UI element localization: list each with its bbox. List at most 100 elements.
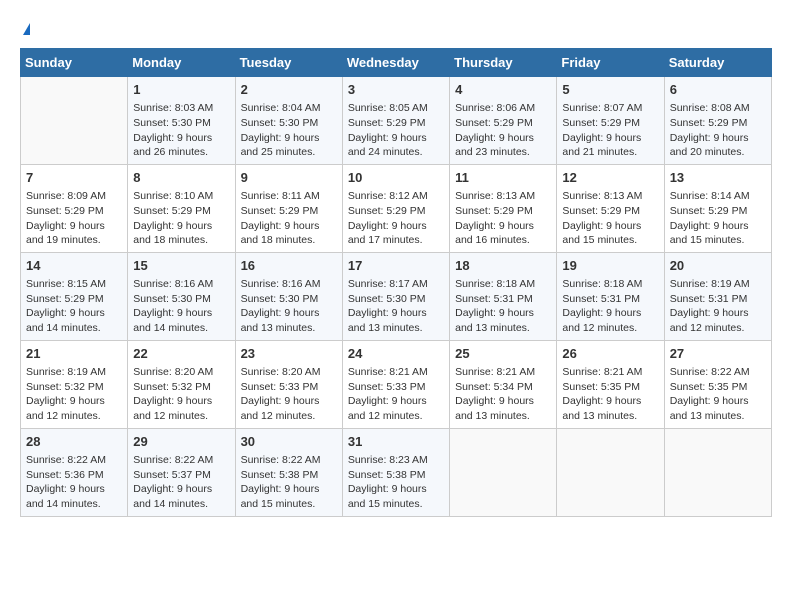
weekday-header-thursday: Thursday <box>450 49 557 77</box>
week-row-4: 21Sunrise: 8:19 AMSunset: 5:32 PMDayligh… <box>21 340 772 428</box>
calendar-cell: 10 Sunrise: 8:12 AMSunset: 5:29 PMDayligh… <box>342 164 449 252</box>
calendar-cell: 16Sunrise: 8:16 AMSunset: 5:30 PMDayligh… <box>235 252 342 340</box>
logo <box>20 20 30 38</box>
day-number: 17 <box>348 257 444 275</box>
day-number: 2 <box>241 81 337 99</box>
weekday-header-tuesday: Tuesday <box>235 49 342 77</box>
day-number: 30 <box>241 433 337 451</box>
day-number: 7 <box>26 169 122 187</box>
day-info: Sunrise: 8:18 AMSunset: 5:31 PMDaylight:… <box>455 277 551 336</box>
calendar-cell: 2 Sunrise: 8:04 AMSunset: 5:30 PMDaylight… <box>235 77 342 165</box>
calendar-cell: 17 Sunrise: 8:17 AMSunset: 5:30 PMDayligh… <box>342 252 449 340</box>
calendar-cell: 3 Sunrise: 8:05 AMSunset: 5:29 PMDaylight… <box>342 77 449 165</box>
day-number: 25 <box>455 345 551 363</box>
day-info: Sunrise: 8:17 AMSunset: 5:30 PMDaylight:… <box>348 277 444 336</box>
day-number: 27 <box>670 345 766 363</box>
day-info: Sunrise: 8:18 AMSunset: 5:31 PMDaylight:… <box>562 277 658 336</box>
day-info: Sunrise: 8:12 AMSunset: 5:29 PMDaylight:… <box>348 189 444 248</box>
weekday-header-saturday: Saturday <box>664 49 771 77</box>
day-number: 5 <box>562 81 658 99</box>
day-info: Sunrise: 8:21 AMSunset: 5:33 PMDaylight:… <box>348 365 444 424</box>
calendar-cell: 25Sunrise: 8:21 AMSunset: 5:34 PMDayligh… <box>450 340 557 428</box>
calendar-cell: 29Sunrise: 8:22 AMSunset: 5:37 PMDayligh… <box>128 428 235 516</box>
day-number: 20 <box>670 257 766 275</box>
day-number: 10 <box>348 169 444 187</box>
calendar-cell <box>21 77 128 165</box>
day-info: Sunrise: 8:13 AMSunset: 5:29 PMDaylight:… <box>455 189 551 248</box>
day-number: 15 <box>133 257 229 275</box>
weekday-row: SundayMondayTuesdayWednesdayThursdayFrid… <box>21 49 772 77</box>
calendar-cell: 23 Sunrise: 8:20 AMSunset: 5:33 PMDayligh… <box>235 340 342 428</box>
calendar-cell: 21Sunrise: 8:19 AMSunset: 5:32 PMDayligh… <box>21 340 128 428</box>
page-header <box>20 20 772 38</box>
day-number: 31 <box>348 433 444 451</box>
calendar-cell: 31 Sunrise: 8:23 AMSunset: 5:38 PMDayligh… <box>342 428 449 516</box>
calendar-cell: 5 Sunrise: 8:07 AMSunset: 5:29 PMDaylight… <box>557 77 664 165</box>
day-number: 29 <box>133 433 229 451</box>
day-info: Sunrise: 8:16 AMSunset: 5:30 PMDaylight:… <box>133 277 229 336</box>
week-row-2: 7 Sunrise: 8:09 AMSunset: 5:29 PMDaylight… <box>21 164 772 252</box>
calendar-cell <box>557 428 664 516</box>
calendar-cell: 9 Sunrise: 8:11 AMSunset: 5:29 PMDaylight… <box>235 164 342 252</box>
day-number: 14 <box>26 257 122 275</box>
day-number: 9 <box>241 169 337 187</box>
day-info: Sunrise: 8:11 AMSunset: 5:29 PMDaylight:… <box>241 189 337 248</box>
calendar-cell: 15 Sunrise: 8:16 AMSunset: 5:30 PMDayligh… <box>128 252 235 340</box>
calendar-cell: 18 Sunrise: 8:18 AMSunset: 5:31 PMDayligh… <box>450 252 557 340</box>
calendar-cell: 19 Sunrise: 8:18 AMSunset: 5:31 PMDayligh… <box>557 252 664 340</box>
day-info: Sunrise: 8:13 AMSunset: 5:29 PMDaylight:… <box>562 189 658 248</box>
calendar-cell <box>664 428 771 516</box>
day-info: Sunrise: 8:04 AMSunset: 5:30 PMDaylight:… <box>241 101 337 160</box>
calendar-table: SundayMondayTuesdayWednesdayThursdayFrid… <box>20 48 772 517</box>
day-number: 13 <box>670 169 766 187</box>
day-info: Sunrise: 8:22 AMSunset: 5:35 PMDaylight:… <box>670 365 766 424</box>
calendar-cell: 7 Sunrise: 8:09 AMSunset: 5:29 PMDaylight… <box>21 164 128 252</box>
day-info: Sunrise: 8:05 AMSunset: 5:29 PMDaylight:… <box>348 101 444 160</box>
week-row-1: 1Sunrise: 8:03 AMSunset: 5:30 PMDaylight… <box>21 77 772 165</box>
day-info: Sunrise: 8:03 AMSunset: 5:30 PMDaylight:… <box>133 101 229 160</box>
day-number: 18 <box>455 257 551 275</box>
day-number: 22 <box>133 345 229 363</box>
day-info: Sunrise: 8:19 AMSunset: 5:31 PMDaylight:… <box>670 277 766 336</box>
day-number: 19 <box>562 257 658 275</box>
calendar-cell: 27 Sunrise: 8:22 AMSunset: 5:35 PMDayligh… <box>664 340 771 428</box>
day-info: Sunrise: 8:20 AMSunset: 5:32 PMDaylight:… <box>133 365 229 424</box>
day-info: Sunrise: 8:15 AMSunset: 5:29 PMDaylight:… <box>26 277 122 336</box>
calendar-header: SundayMondayTuesdayWednesdayThursdayFrid… <box>21 49 772 77</box>
day-number: 23 <box>241 345 337 363</box>
calendar-cell: 4 Sunrise: 8:06 AMSunset: 5:29 PMDaylight… <box>450 77 557 165</box>
calendar-cell: 20 Sunrise: 8:19 AMSunset: 5:31 PMDayligh… <box>664 252 771 340</box>
weekday-header-wednesday: Wednesday <box>342 49 449 77</box>
day-info: Sunrise: 8:23 AMSunset: 5:38 PMDaylight:… <box>348 453 444 512</box>
calendar-cell: 6 Sunrise: 8:08 AMSunset: 5:29 PMDaylight… <box>664 77 771 165</box>
calendar-cell: 13 Sunrise: 8:14 AMSunset: 5:29 PMDayligh… <box>664 164 771 252</box>
day-info: Sunrise: 8:14 AMSunset: 5:29 PMDaylight:… <box>670 189 766 248</box>
calendar-cell: 1Sunrise: 8:03 AMSunset: 5:30 PMDaylight… <box>128 77 235 165</box>
day-info: Sunrise: 8:20 AMSunset: 5:33 PMDaylight:… <box>241 365 337 424</box>
calendar-cell: 26Sunrise: 8:21 AMSunset: 5:35 PMDayligh… <box>557 340 664 428</box>
calendar-body: 1Sunrise: 8:03 AMSunset: 5:30 PMDaylight… <box>21 77 772 517</box>
day-info: Sunrise: 8:09 AMSunset: 5:29 PMDaylight:… <box>26 189 122 248</box>
week-row-3: 14 Sunrise: 8:15 AMSunset: 5:29 PMDayligh… <box>21 252 772 340</box>
day-number: 21 <box>26 345 122 363</box>
day-info: Sunrise: 8:21 AMSunset: 5:35 PMDaylight:… <box>562 365 658 424</box>
day-info: Sunrise: 8:06 AMSunset: 5:29 PMDaylight:… <box>455 101 551 160</box>
day-number: 4 <box>455 81 551 99</box>
day-number: 6 <box>670 81 766 99</box>
day-info: Sunrise: 8:10 AMSunset: 5:29 PMDaylight:… <box>133 189 229 248</box>
day-info: Sunrise: 8:22 AMSunset: 5:36 PMDaylight:… <box>26 453 122 512</box>
day-number: 28 <box>26 433 122 451</box>
calendar-cell: 30 Sunrise: 8:22 AMSunset: 5:38 PMDayligh… <box>235 428 342 516</box>
logo-arrow-icon <box>23 23 30 35</box>
calendar-cell: 11 Sunrise: 8:13 AMSunset: 5:29 PMDayligh… <box>450 164 557 252</box>
calendar-cell: 8Sunrise: 8:10 AMSunset: 5:29 PMDaylight… <box>128 164 235 252</box>
day-info: Sunrise: 8:07 AMSunset: 5:29 PMDaylight:… <box>562 101 658 160</box>
day-number: 3 <box>348 81 444 99</box>
weekday-header-friday: Friday <box>557 49 664 77</box>
day-info: Sunrise: 8:08 AMSunset: 5:29 PMDaylight:… <box>670 101 766 160</box>
weekday-header-monday: Monday <box>128 49 235 77</box>
calendar-cell: 24Sunrise: 8:21 AMSunset: 5:33 PMDayligh… <box>342 340 449 428</box>
week-row-5: 28 Sunrise: 8:22 AMSunset: 5:36 PMDayligh… <box>21 428 772 516</box>
day-number: 11 <box>455 169 551 187</box>
day-info: Sunrise: 8:22 AMSunset: 5:38 PMDaylight:… <box>241 453 337 512</box>
